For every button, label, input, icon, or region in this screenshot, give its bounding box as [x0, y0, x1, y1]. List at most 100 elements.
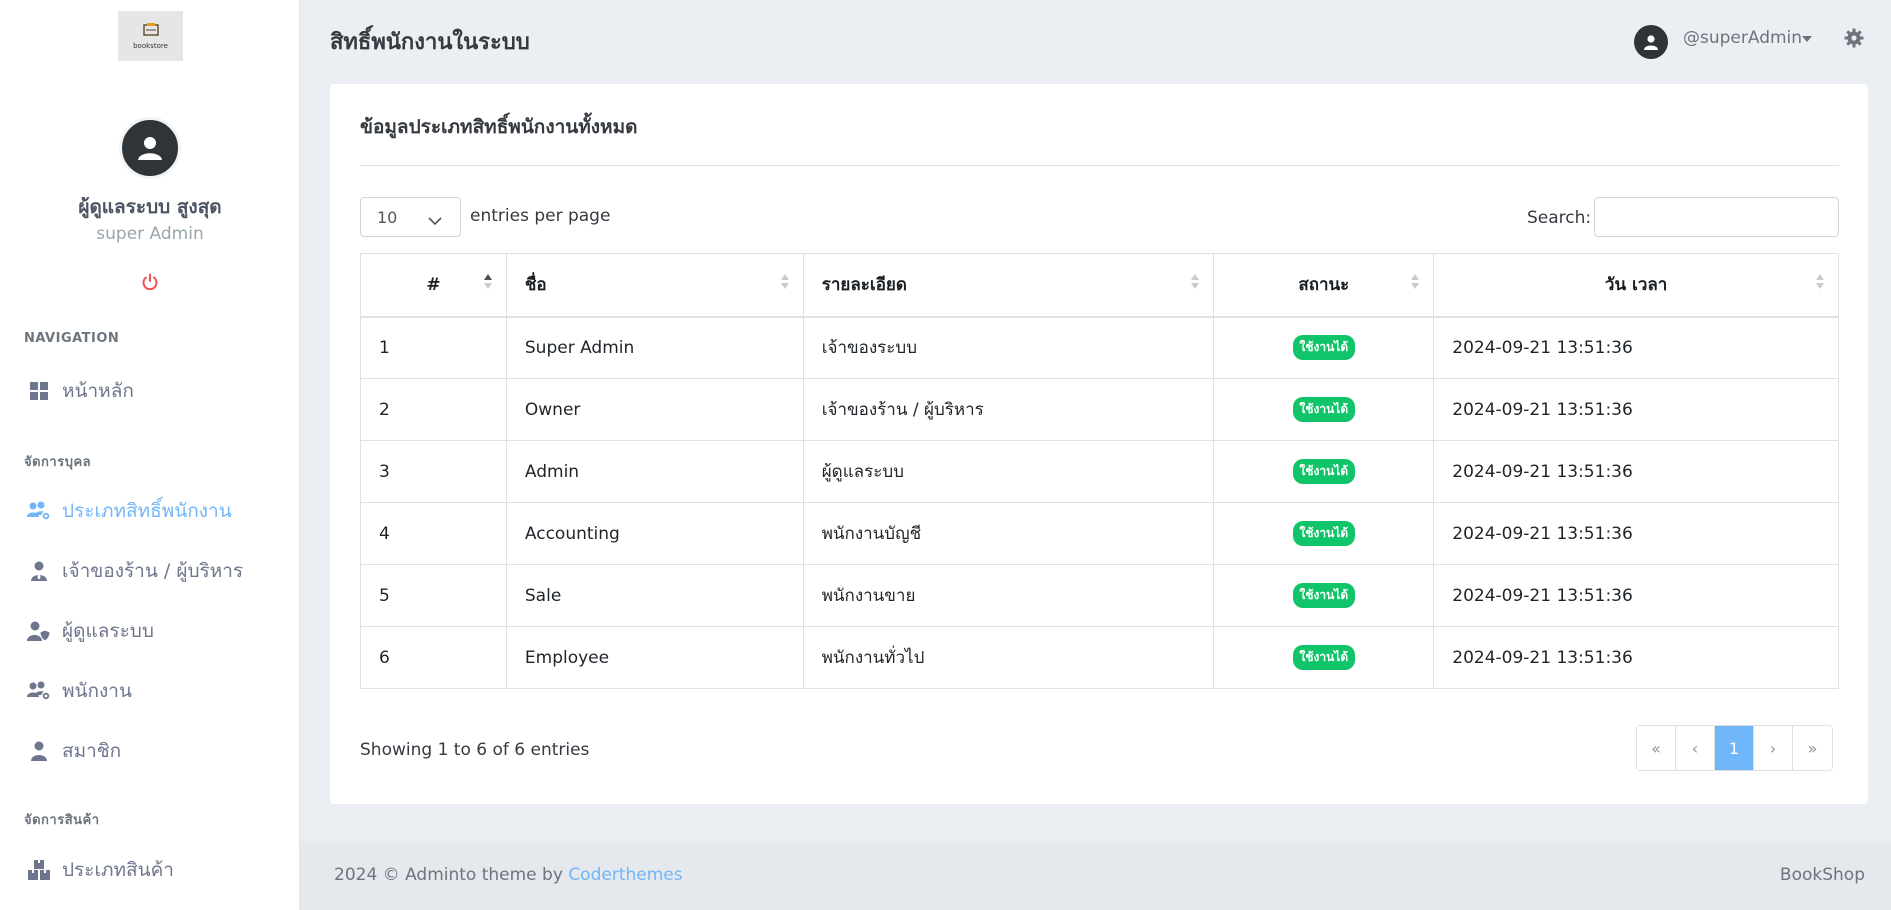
user-name[interactable]: ผู้ดูแลระบบ สูงสุด — [0, 192, 300, 222]
cell-id: 6 — [360, 626, 507, 689]
gear-icon[interactable] — [1844, 28, 1868, 52]
nav-section-people: จัดการบุคล — [24, 455, 92, 470]
sidebar-item-member[interactable]: สมาชิก — [26, 731, 286, 771]
user-avatar[interactable] — [119, 117, 181, 179]
boxes-icon — [26, 859, 52, 881]
footer-brand-link[interactable]: BookShop — [1780, 865, 1865, 885]
column-header-name[interactable]: ชื่อ — [505, 253, 804, 318]
sidebar-item-label: ประเภทสิทธิ์พนักงาน — [62, 500, 232, 522]
user-role: super Admin — [96, 224, 204, 244]
table-row[interactable]: 2 Owner เจ้าของร้าน / ผู้บริหาร ใช้งานได… — [360, 378, 1839, 441]
cell-name: Employee — [505, 626, 804, 689]
page-next-button[interactable]: › — [1754, 726, 1793, 770]
user-circle-icon — [138, 137, 162, 160]
table-row[interactable]: 4 Accounting พนักงานบัญชี ใช้งานได้ 2024… — [360, 502, 1839, 565]
sort-icon — [483, 274, 492, 289]
entries-per-page-select[interactable]: 10 — [360, 197, 461, 237]
cell-datetime: 2024-09-21 13:51:36 — [1433, 440, 1839, 503]
column-header-detail[interactable]: รายละเอียด — [802, 253, 1215, 318]
users-gear-icon — [26, 680, 52, 702]
footer-copyright: 2024 © Adminto theme by Coderthemes — [334, 865, 683, 885]
sidebar-item-label: หน้าหลัก — [62, 380, 134, 402]
cell-name: Sale — [505, 564, 804, 627]
entries-value: 10 — [377, 207, 398, 227]
cell-name: Owner — [505, 378, 804, 441]
status-badge: ใช้งานได้ — [1292, 397, 1356, 422]
sidebar-item-label: ประเภทสินค้า — [62, 859, 174, 881]
footer: 2024 © Adminto theme by Coderthemes Book… — [300, 841, 1891, 910]
sidebar-item-dashboard[interactable]: หน้าหลัก — [26, 371, 286, 411]
sort-icon — [1816, 274, 1824, 289]
user-menu-toggle[interactable]: @superAdmin — [1683, 28, 1802, 48]
column-header-number[interactable]: # — [360, 253, 507, 318]
table-row[interactable]: 5 Sale พนักงานขาย ใช้งานได้ 2024-09-21 1… — [360, 564, 1839, 627]
cell-status: ใช้งานได้ — [1213, 316, 1435, 379]
user-icon — [26, 740, 52, 762]
cell-status: ใช้งานได้ — [1213, 626, 1435, 689]
user-circle-icon — [1644, 35, 1658, 50]
cell-detail: พนักงานบัญชี — [802, 502, 1215, 565]
cell-id: 4 — [360, 502, 507, 565]
cell-datetime: 2024-09-21 13:51:36 — [1433, 626, 1839, 689]
table-row[interactable]: 1 Super Admin เจ้าของระบบ ใช้งานได้ 2024… — [360, 316, 1839, 379]
cell-name: Accounting — [505, 502, 804, 565]
sort-icon — [780, 274, 789, 289]
cell-id: 3 — [360, 440, 507, 503]
column-header-label: ชื่อ — [524, 275, 547, 296]
page-last-button[interactable]: » — [1793, 726, 1832, 770]
power-icon[interactable] — [138, 270, 162, 294]
nav-section-products: จัดการสินค้า — [24, 813, 100, 828]
cell-name: Admin — [505, 440, 804, 503]
sort-icon — [1191, 274, 1200, 289]
top-avatar[interactable] — [1634, 25, 1668, 59]
column-header-datetime[interactable]: วัน เวลา — [1433, 253, 1839, 318]
cell-id: 2 — [360, 378, 507, 441]
sidebar: bookstore ผู้ดูแลระบบ สูงสุด super Admin… — [0, 0, 300, 910]
cell-status: ใช้งานได้ — [1213, 502, 1435, 565]
sort-icon — [1411, 274, 1420, 289]
cell-detail: เจ้าของร้าน / ผู้บริหาร — [802, 378, 1215, 441]
cell-id: 5 — [360, 564, 507, 627]
nav-section-navigation: NAVIGATION — [24, 331, 120, 346]
cell-status: ใช้งานได้ — [1213, 564, 1435, 627]
table-row[interactable]: 3 Admin ผู้ดูแลระบบ ใช้งานได้ 2024-09-21… — [360, 440, 1839, 503]
footer-link[interactable]: Coderthemes — [568, 865, 682, 885]
table-info: Showing 1 to 6 of 6 entries — [360, 740, 590, 760]
sidebar-item-admin[interactable]: ผู้ดูแลระบบ — [26, 611, 286, 651]
search-input[interactable] — [1594, 197, 1839, 237]
cell-datetime: 2024-09-21 13:51:36 — [1433, 316, 1839, 379]
sidebar-item-label: สมาชิก — [62, 740, 122, 762]
status-badge: ใช้งานได้ — [1292, 335, 1356, 361]
sidebar-item-label: เจ้าของร้าน / ผู้บริหาร — [62, 560, 244, 582]
divider — [360, 165, 1839, 166]
status-badge: ใช้งานได้ — [1292, 521, 1356, 546]
cell-datetime: 2024-09-21 13:51:36 — [1433, 502, 1839, 565]
column-header-label: สถานะ — [1298, 275, 1350, 296]
roles-table: # ชื่อ รายละเอียด สถานะ วัน เวลา 1 Super… — [360, 253, 1839, 689]
cell-datetime: 2024-09-21 13:51:36 — [1433, 564, 1839, 627]
caret-down-icon[interactable] — [1802, 36, 1812, 42]
cell-datetime: 2024-09-21 13:51:36 — [1433, 378, 1839, 441]
sidebar-item-label: ผู้ดูแลระบบ — [62, 620, 154, 642]
entries-label: entries per page — [470, 206, 611, 226]
sidebar-item-product-category[interactable]: ประเภทสินค้า — [26, 850, 286, 890]
cell-name: Super Admin — [505, 316, 804, 379]
cell-status: ใช้งานได้ — [1213, 378, 1435, 441]
page-title: สิทธิ์พนักงานในระบบ — [330, 30, 530, 55]
page-prev-button[interactable]: ‹ — [1676, 726, 1715, 770]
sidebar-item-label: พนักงาน — [62, 680, 132, 702]
table-row[interactable]: 6 Employee พนักงานทั่วไป ใช้งานได้ 2024-… — [360, 626, 1839, 689]
sidebar-item-owner[interactable]: เจ้าของร้าน / ผู้บริหาร — [26, 551, 286, 591]
page-current-button[interactable]: 1 — [1715, 726, 1754, 770]
pagination: « ‹ 1 › » — [1636, 725, 1833, 771]
sidebar-item-staff-roles[interactable]: ประเภทสิทธิ์พนักงาน — [26, 491, 286, 531]
logo[interactable]: bookstore — [118, 11, 183, 61]
footer-text: 2024 © Adminto theme by — [334, 865, 569, 885]
chevron-down-icon — [428, 211, 442, 230]
sidebar-item-employee[interactable]: พนักงาน — [26, 671, 286, 711]
user-shield-icon — [26, 620, 52, 642]
column-header-status[interactable]: สถานะ — [1213, 253, 1435, 318]
page-first-button[interactable]: « — [1637, 726, 1676, 770]
status-badge: ใช้งานได้ — [1292, 459, 1356, 484]
cell-detail: พนักงานขาย — [802, 564, 1215, 627]
